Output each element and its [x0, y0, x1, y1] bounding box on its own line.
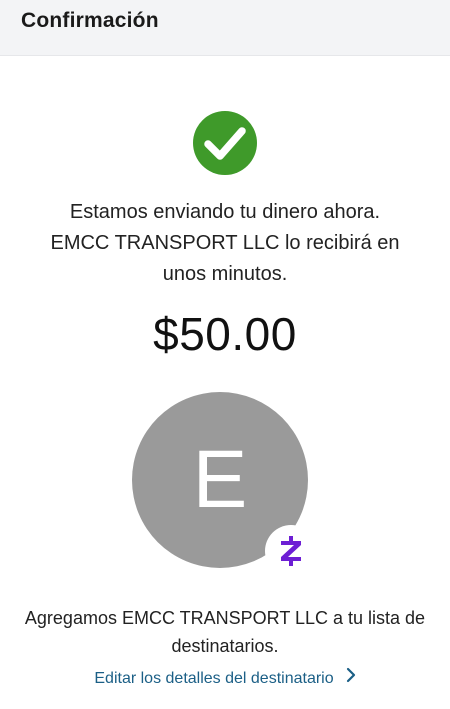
top-bar: Confirmación — [0, 0, 450, 56]
message-line: EMCC TRANSPORT LLC lo recibirá en — [50, 232, 400, 254]
note-line: Agregamos EMCC TRANSPORT LLC a tu lista … — [24, 608, 426, 628]
zelle-icon — [281, 536, 301, 566]
message-line: Estamos enviando tu dinero ahora. — [69, 201, 381, 223]
edit-recipient-label: Editar los detalles del destinatario — [94, 670, 334, 688]
chevron-right-icon — [346, 667, 356, 688]
amount-sent: $50.00 — [153, 308, 297, 360]
zelle-badge — [265, 525, 317, 577]
page-title: Confirmación — [21, 9, 159, 32]
edit-recipient-link[interactable]: Editar los detalles del destinatario — [0, 667, 450, 688]
message-line: unos minutos. — [162, 263, 288, 285]
recipient-added-note: Agregamos EMCC TRANSPORT LLC a tu lista … — [10, 604, 440, 660]
check-circle-icon — [193, 111, 257, 175]
note-line: destinatarios. — [171, 636, 279, 656]
confirmation-message: Estamos enviando tu dinero ahora. EMCC T… — [20, 197, 430, 290]
